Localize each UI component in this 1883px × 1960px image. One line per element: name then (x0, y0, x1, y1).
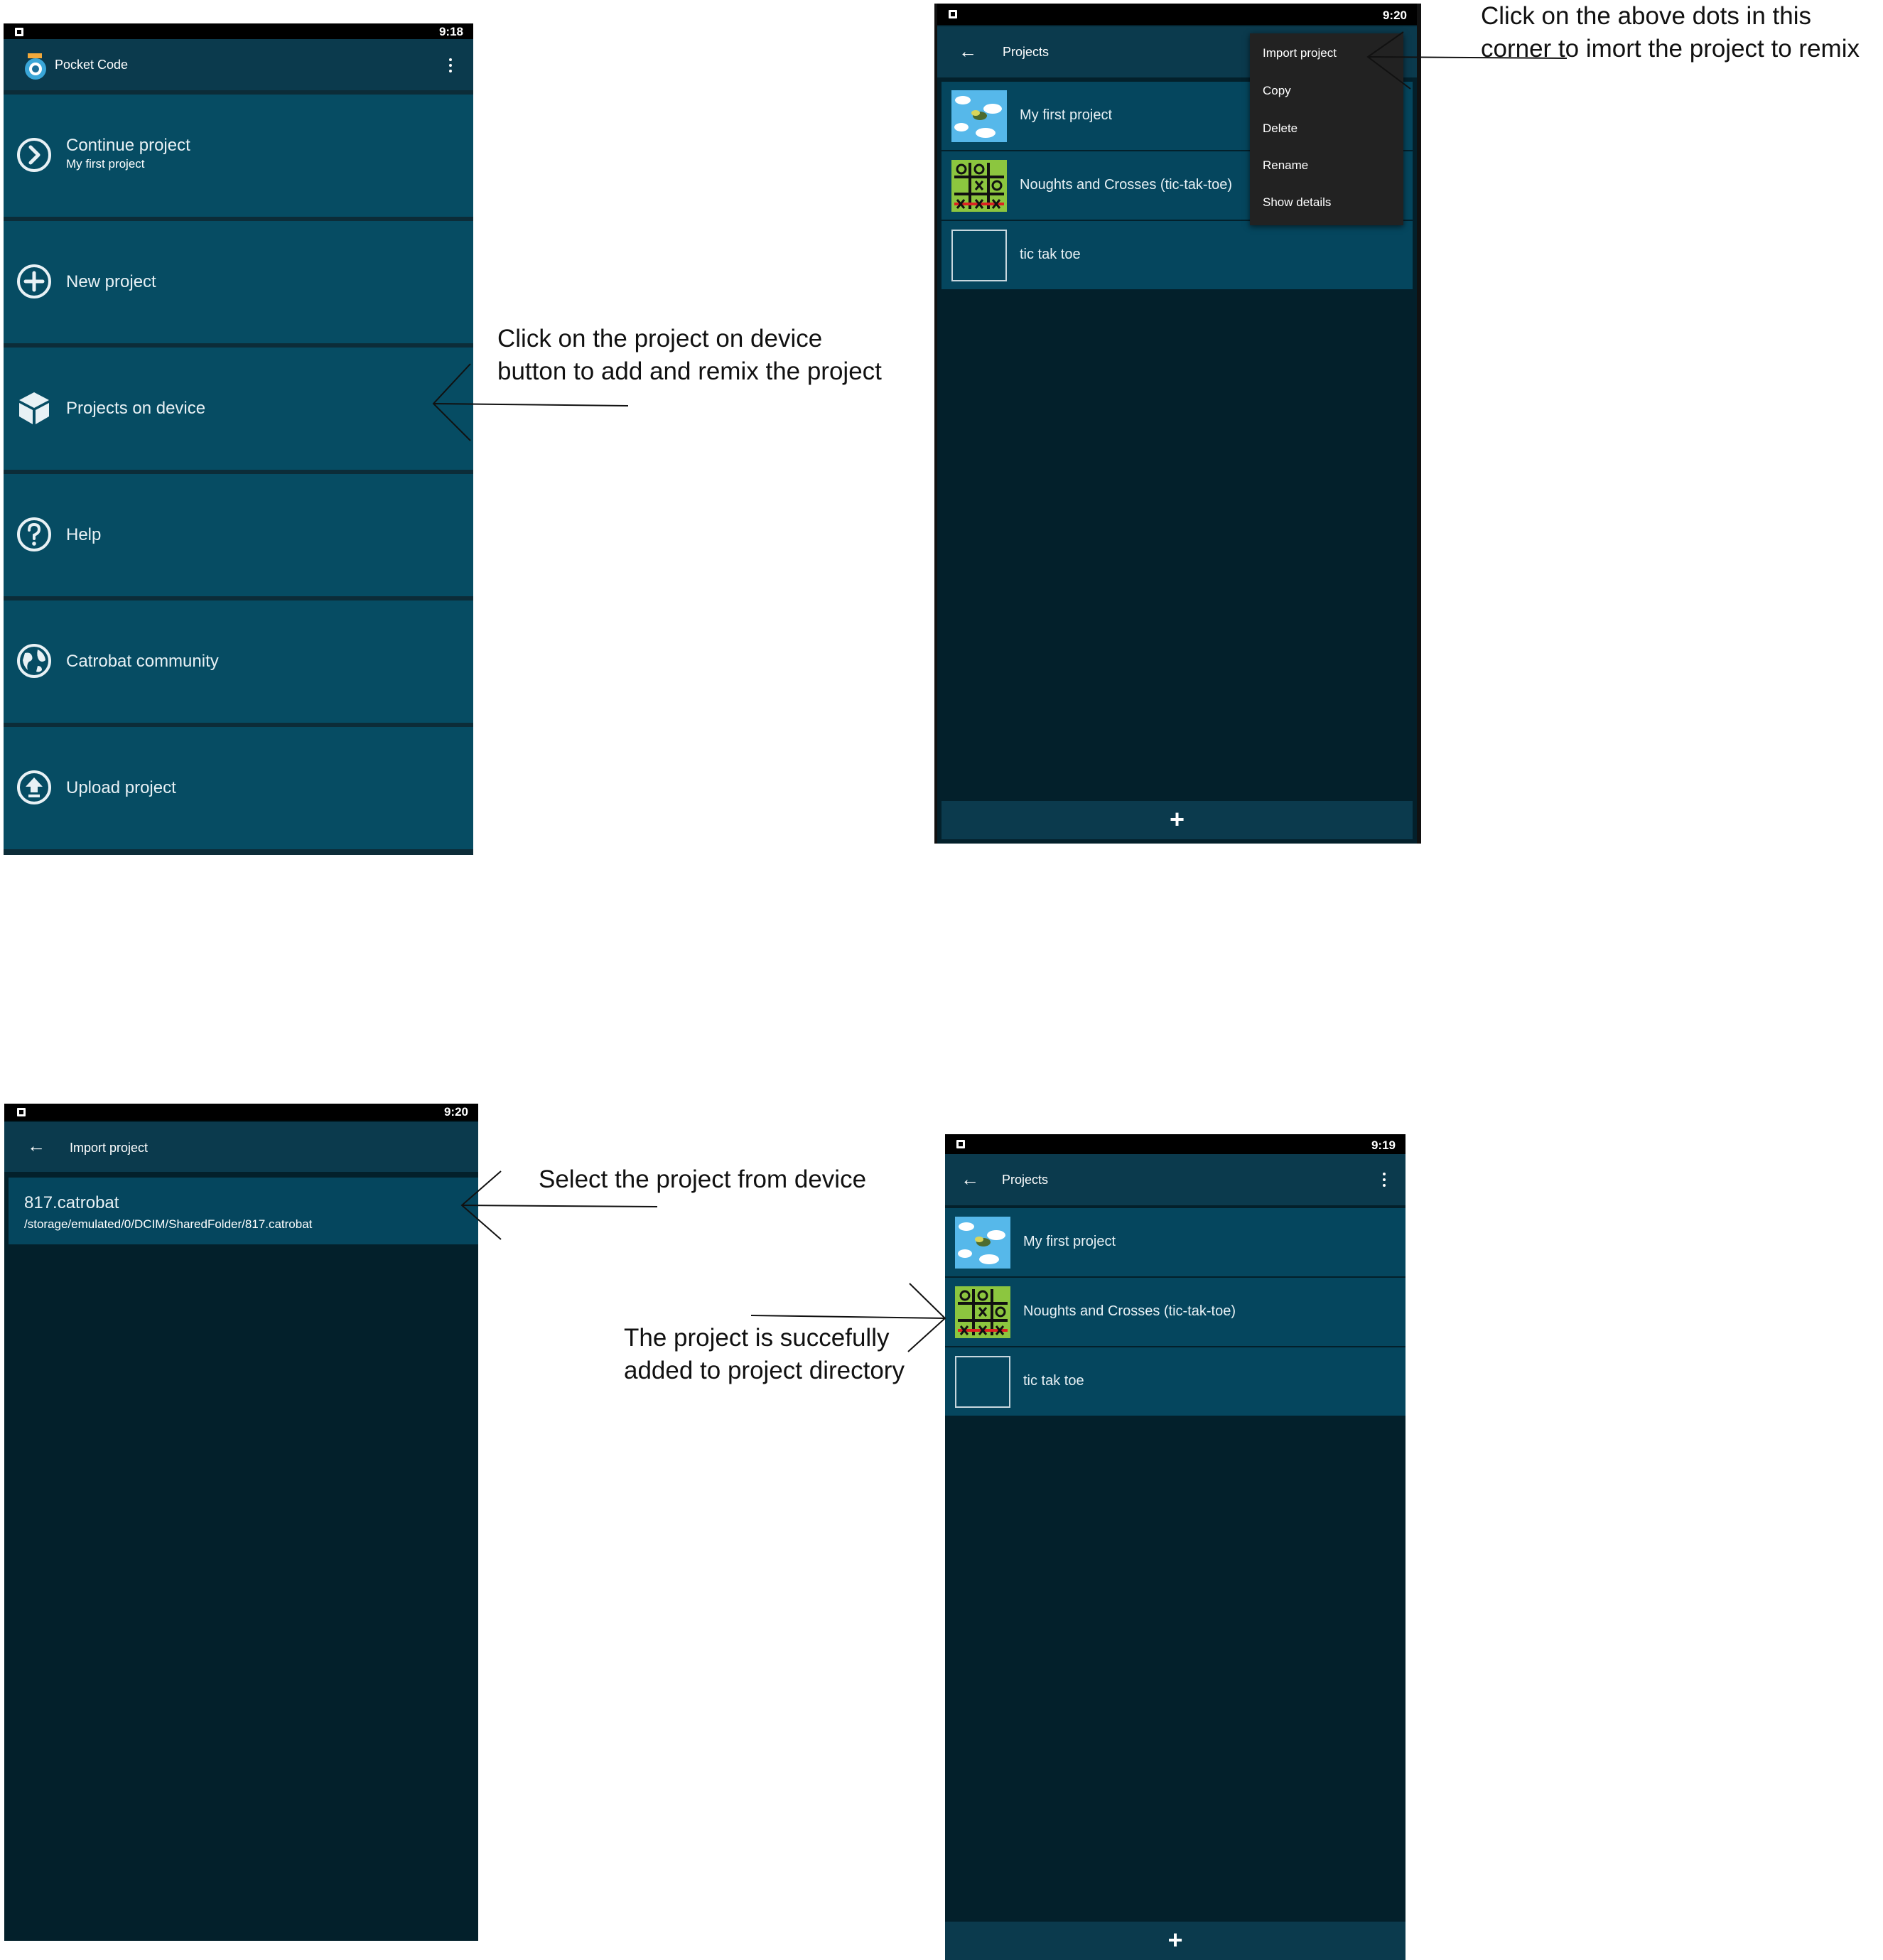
arrow-head-2 (1366, 31, 1411, 90)
arrow-head-1 (432, 363, 471, 441)
arrow-shaft-3 (461, 1205, 658, 1207)
annotation-arrows (432, 31, 1568, 1352)
arrow-shaft-2 (1367, 56, 1568, 59)
arrow-shaft-4 (750, 1315, 946, 1319)
arrow-shaft-1 (433, 403, 629, 406)
